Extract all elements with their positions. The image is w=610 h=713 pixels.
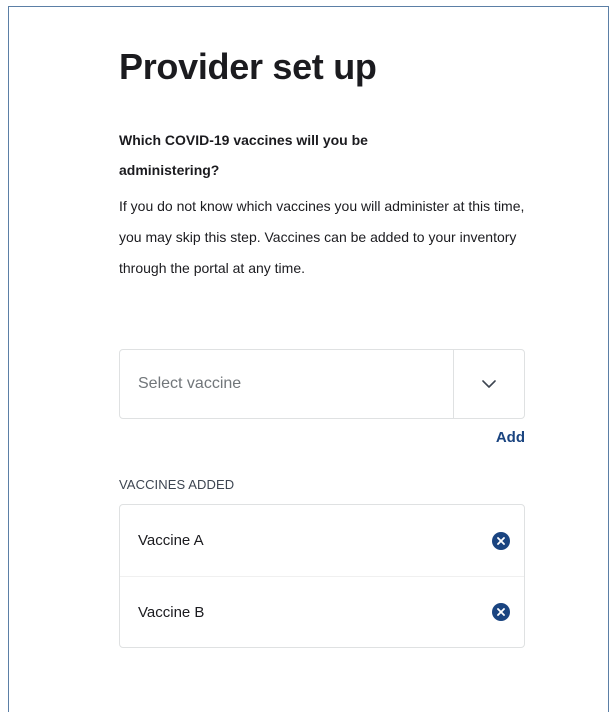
vaccines-added-list: Vaccine A Vaccine B bbox=[119, 504, 525, 648]
vaccine-name: Vaccine B bbox=[138, 603, 205, 621]
close-circle-icon bbox=[497, 536, 505, 545]
vaccine-select-toggle[interactable] bbox=[453, 350, 524, 418]
page-title: Provider set up bbox=[119, 46, 377, 87]
page-frame: Provider set up Which COVID-19 vaccines … bbox=[8, 6, 609, 712]
add-vaccine-link[interactable]: Add bbox=[496, 429, 525, 446]
chevron-down-icon bbox=[482, 380, 496, 388]
vaccine-select-placeholder: Select vaccine bbox=[138, 375, 242, 392]
provider-setup-form: Provider set up Which COVID-19 vaccines … bbox=[119, 45, 525, 648]
vaccine-select[interactable]: Select vaccine bbox=[119, 349, 525, 419]
vaccine-name: Vaccine A bbox=[138, 532, 204, 549]
vaccine-list-item: Vaccine A bbox=[120, 505, 524, 576]
vaccine-question: Which COVID-19 vaccines will you be admi… bbox=[119, 132, 368, 178]
remove-vaccine-b-button[interactable] bbox=[492, 603, 510, 621]
remove-vaccine-a-button[interactable] bbox=[492, 531, 510, 550]
vaccine-list-item: Vaccine B bbox=[120, 576, 524, 647]
helper-text: If you do not know which vaccines you wi… bbox=[119, 198, 525, 276]
close-circle-icon bbox=[497, 608, 505, 616]
vaccines-added-label: VACCINES ADDED bbox=[119, 477, 235, 492]
